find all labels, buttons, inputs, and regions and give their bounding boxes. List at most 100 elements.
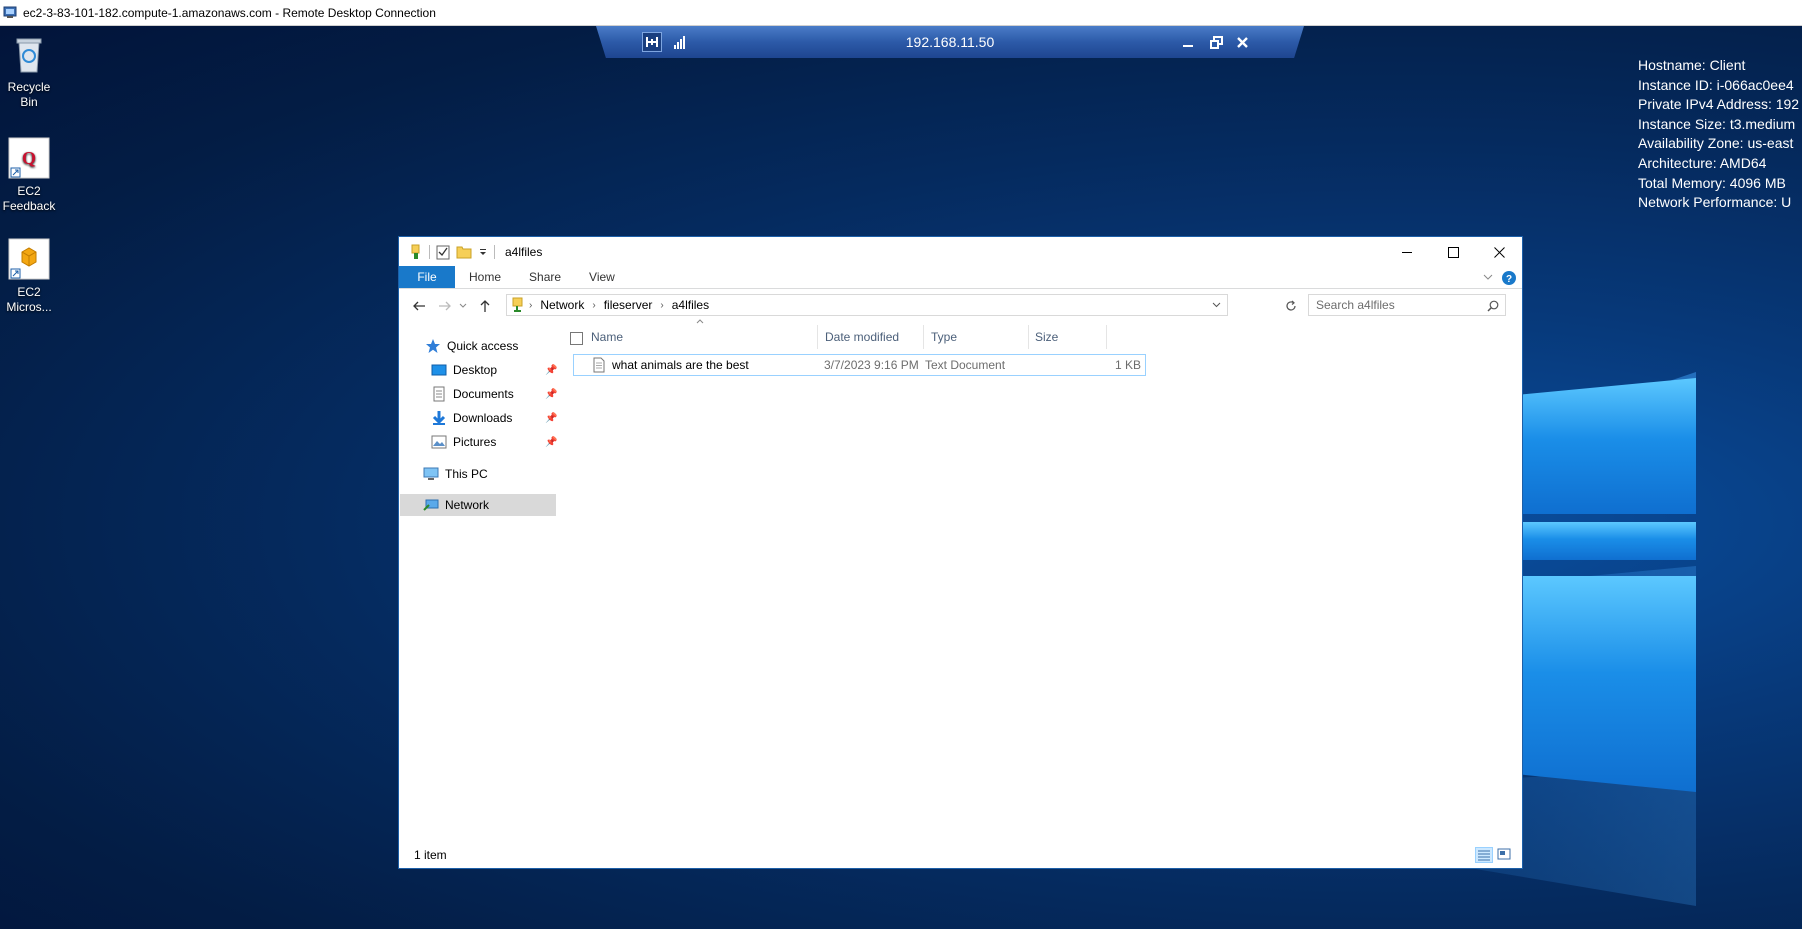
nav-network[interactable]: Network [400,494,556,516]
status-bar: 1 item [399,842,1522,868]
sysinfo-line: Total Memory: 4096 MB [1638,174,1786,191]
svg-text:?: ? [1506,274,1512,285]
breadcrumb-a4lfiles[interactable]: a4lfiles [668,298,713,312]
computer-icon [423,467,439,480]
refresh-button[interactable] [1279,294,1303,318]
desktop-icon-label: Recycle Bin [7,80,51,109]
breadcrumb-separator[interactable]: › [525,300,536,311]
sysinfo-line: Instance ID: i-066ac0ee4 [1638,76,1794,93]
nav-label: This PC [445,467,488,481]
search-placeholder: Search a4lfiles [1316,298,1395,312]
nav-label: Documents [453,387,514,401]
windows-logo-pane [1523,522,1696,560]
desktop-icon-ec2-feedback[interactable]: Q EC2 Feedback [0,136,59,214]
column-label: Type [931,330,958,344]
column-label: Name [591,330,624,344]
close-button[interactable] [1476,237,1522,267]
explorer-titlebar[interactable]: a4lfiles [399,237,1522,267]
details-view-button[interactable] [1475,847,1493,863]
new-folder-icon[interactable] [456,244,472,260]
sysinfo-line: Private IPv4 Address: 192 [1638,96,1800,113]
ec2-package-icon [7,237,51,281]
file-explorer-window: a4lfiles File Home Share View ? › Networ… [398,236,1523,869]
tab-file[interactable]: File [399,266,455,288]
folder-pin-icon [411,244,420,259]
column-header-type[interactable]: Type [925,325,1029,349]
breadcrumb-network[interactable]: Network [536,298,588,312]
recent-locations-button[interactable] [455,294,471,318]
desktop-icon-recycle-bin[interactable]: Recycle Bin [0,32,59,110]
customize-qat-dropdown-icon[interactable] [478,247,488,257]
search-input[interactable]: Search a4lfiles [1308,294,1506,316]
ec2-feedback-app-icon: Q [7,136,51,180]
properties-icon[interactable] [436,244,450,260]
rdp-connection-bar: 192.168.11.50 [596,26,1304,58]
address-dropdown-icon[interactable] [1212,302,1221,308]
up-button[interactable] [473,294,497,318]
desktop-icon-label: EC2 Feedback [2,184,56,213]
nav-downloads[interactable]: Downloads 📌 [431,407,558,429]
nav-label: Quick access [447,339,519,353]
column-label: Size [1035,330,1059,344]
recycle-bin-icon [7,32,51,76]
file-size: 1 KB [1114,358,1141,372]
nav-desktop[interactable]: Desktop 📌 [431,359,557,381]
remote-desktop: Recycle Bin Q EC2 Feedback EC2 Micros... [0,26,1802,929]
pin-icon: 📌 [545,412,558,424]
rdp-window-title: ec2-3-83-101-182.compute-1.amazonaws.com… [23,5,436,20]
close-session-icon[interactable] [1232,32,1252,52]
documents-folder-icon [433,386,445,402]
breadcrumb-separator[interactable]: › [588,300,599,311]
text-file-icon [593,357,605,373]
item-count: 1 item [414,848,447,862]
forward-button[interactable] [433,294,457,318]
expand-ribbon-chevron-icon[interactable] [1483,273,1493,281]
pictures-folder-icon [431,435,447,449]
tab-share[interactable]: Share [515,266,575,288]
download-arrow-icon [432,411,446,425]
breadcrumb-separator[interactable]: › [656,300,667,311]
column-header-name[interactable]: Name [585,325,818,349]
help-icon[interactable]: ? [1502,271,1516,285]
column-header-size[interactable]: Size [1029,325,1107,349]
file-row[interactable]: what animals are the best 3/7/2023 9:16 … [573,354,1146,376]
file-name: what animals are the best [612,358,749,372]
file-date-modified: 3/7/2023 9:16 PM [824,358,919,372]
nav-quick-access[interactable]: Quick access [425,335,555,357]
nav-label: Network [445,498,490,512]
restore-session-icon[interactable] [1206,32,1226,52]
file-type: Text Document [925,358,1006,372]
pin-icon: 📌 [545,436,558,448]
column-header-date-modified[interactable]: Date modified [819,325,924,349]
rdp-titlebar: ec2-3-83-101-182.compute-1.amazonaws.com… [0,0,1802,26]
maximize-icon [1447,246,1459,258]
desktop-icon-label: EC2 Micros... [6,285,52,314]
close-icon [1493,246,1505,258]
tab-view[interactable]: View [575,266,629,288]
nav-pictures[interactable]: Pictures 📌 [431,431,558,453]
navigation-bar: › Network › fileserver › a4lfiles Search… [399,290,1522,322]
large-icons-view-button[interactable] [1496,847,1514,863]
breadcrumb-fileserver[interactable]: fileserver [600,298,657,312]
minimize-icon [1402,252,1412,253]
address-bar[interactable]: › Network › fileserver › a4lfiles [506,294,1228,316]
back-button[interactable] [407,294,431,318]
refresh-icon [1286,300,1296,311]
navigation-pane: Quick access Desktop 📌 Documents 📌 Downl… [399,322,557,842]
select-all-checkbox[interactable] [570,332,583,345]
file-list: Name Date modified Type Size what animal… [559,319,1522,842]
windows-logo-pane [1523,378,1696,514]
pin-icon: 📌 [545,388,558,400]
nav-label: Pictures [453,435,497,449]
nav-documents[interactable]: Documents 📌 [431,383,558,405]
ribbon-tabs: File Home Share View ? [399,266,1522,289]
minimize-session-icon[interactable] [1178,32,1198,52]
tab-home[interactable]: Home [455,266,515,288]
minimize-button[interactable] [1384,237,1430,267]
nav-label: Desktop [453,363,498,377]
large-icons-view-icon [1497,848,1511,860]
maximize-button[interactable] [1430,237,1476,267]
desktop-icon-ec2-microsoft[interactable]: EC2 Micros... [0,237,59,315]
desktop-folder-icon [431,364,447,376]
nav-this-pc[interactable]: This PC [423,463,555,485]
